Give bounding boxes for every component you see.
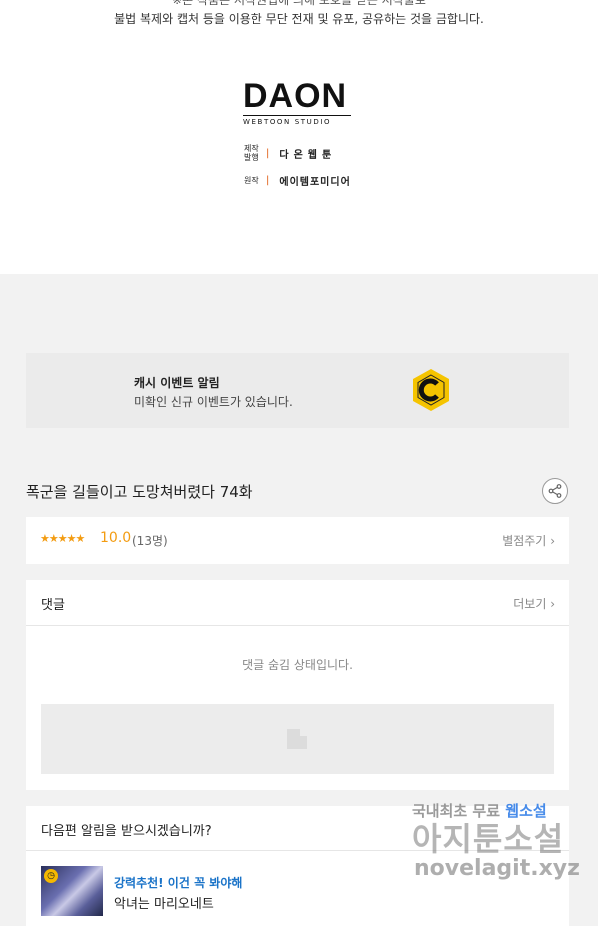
recommend-title[interactable]: 악녀는 마리오네트 xyxy=(114,893,214,912)
rate-button[interactable]: 별점주기 › xyxy=(502,532,555,549)
credit-original: 원작 | 에이템포미디어 xyxy=(244,173,351,188)
comments-card: 댓글 더보기 › 댓글 숨김 상태입니다. xyxy=(26,580,569,790)
next-alert-title: 다음편 알림을 받으시겠습니까? xyxy=(41,824,212,839)
rate-button-label: 별점주기 xyxy=(502,534,547,548)
episode-title: 폭군을 길들이고 도망쳐버렸다 74화 xyxy=(26,483,253,501)
more-label: 더보기 xyxy=(513,597,547,611)
comments-hidden-message: 댓글 숨김 상태입니다. xyxy=(242,658,353,672)
chevron-right-icon: › xyxy=(550,534,555,548)
share-icon xyxy=(548,484,562,498)
credit-key: 원작 xyxy=(244,176,259,185)
credit-divider: | xyxy=(266,175,270,186)
ad-placeholder[interactable] xyxy=(41,704,554,774)
episode-end-panel: ※본 작품은 저작권법에 의해 보호를 받는 저작물로 불법 복제와 캡처 등을… xyxy=(0,0,598,274)
daon-logo: DAON WEBTOON STUDIO xyxy=(243,77,353,126)
credit-divider: | xyxy=(266,147,270,159)
comments-title: 댓글 xyxy=(41,598,65,613)
image-placeholder-icon xyxy=(287,729,307,749)
recommend-thumbnail[interactable]: ◷ xyxy=(41,866,103,916)
credit-key: 제작 발행 xyxy=(244,144,259,162)
copyright-notice-line2: 불법 복제와 캡처 등을 이용한 무단 전재 및 유포, 공유하는 것을 금합니… xyxy=(114,12,484,26)
comments-header: 댓글 더보기 › xyxy=(26,580,569,626)
recommend-label: 강력추천! 이건 꼭 봐야해 xyxy=(114,876,243,890)
credit-value: 에이템포미디어 xyxy=(279,177,351,188)
watermark-line3: novelagit.xyz xyxy=(414,856,580,881)
rating-score: 10.0 xyxy=(100,530,132,546)
credit-value: 다온웹툰 xyxy=(279,149,337,161)
share-button[interactable] xyxy=(542,478,568,504)
cash-event-title: 캐시 이벤트 알림 xyxy=(134,376,220,390)
rating-count: (13명) xyxy=(132,534,168,548)
copyright-notice-line1: ※본 작품은 저작권법에 의해 보호를 받는 저작물로 xyxy=(172,0,426,7)
site-watermark: 국내최초 무료 웹소설 아지툰소설 novelagit.xyz xyxy=(412,800,592,890)
credit-production: 제작 발행 | 다온웹툰 xyxy=(244,144,336,162)
cash-event-banner[interactable]: 캐시 이벤트 알림 미확인 신규 이벤트가 있습니다. xyxy=(26,353,569,428)
rating-stars: ★★★★★ xyxy=(40,532,85,545)
cash-event-description: 미확인 신규 이벤트가 있습니다. xyxy=(134,395,293,409)
clock-icon: ◷ xyxy=(44,869,58,883)
watermark-line2: 아지툰소설 xyxy=(412,820,565,858)
comments-more-button[interactable]: 더보기 › xyxy=(513,595,555,612)
chevron-right-icon: › xyxy=(550,597,555,611)
logo-subtitle: WEBTOON STUDIO xyxy=(243,115,351,126)
rating-card: ★★★★★ 10.0 (13명) 별점주기 › xyxy=(26,517,569,564)
cash-coin-icon xyxy=(413,369,449,411)
logo-wordmark: DAON xyxy=(243,77,348,115)
